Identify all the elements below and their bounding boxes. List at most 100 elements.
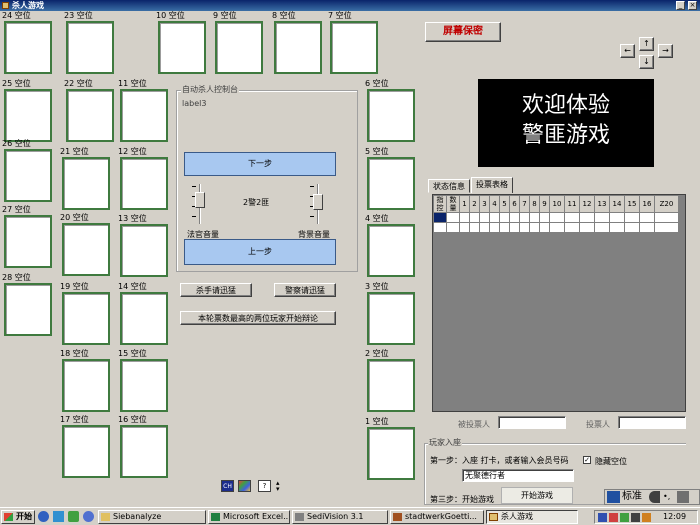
seat-12[interactable]: 12 空位 [118,147,170,211]
seat-slot[interactable] [158,21,206,74]
seat-slot[interactable] [120,292,168,345]
tab-status[interactable]: 状态信息 [428,179,470,193]
seat-slot[interactable] [367,427,415,480]
next-step-button[interactable]: 下一步 [184,152,336,176]
quicklaunch-icon[interactable] [68,511,79,522]
seat-slot[interactable] [367,157,415,210]
ime-ch-icon[interactable]: CH [221,480,234,492]
task-excel[interactable]: Microsoft Excel... [208,510,290,524]
seat-2[interactable]: 2 空位 [365,349,417,413]
seat-slot[interactable] [120,89,168,142]
seat-slot[interactable] [120,425,168,478]
task-stadtwerk[interactable]: stadtwerkGoetti... [390,510,484,524]
seat-25[interactable]: 25 空位 [2,79,54,143]
bg-volume-thumb[interactable] [313,194,323,210]
bg-volume-slider[interactable] [308,184,328,224]
judge-volume-slider[interactable] [190,184,210,224]
task-siebanalyze[interactable]: Siebanalyze [98,510,206,524]
seat-slot[interactable] [120,224,168,277]
screensaver-button[interactable]: 屏幕保密 [425,22,501,42]
seat-27[interactable]: 27 空位 [2,205,54,269]
member-input[interactable]: 无聚德行者 [462,469,574,482]
seat-10[interactable]: 10 空位 [156,11,208,75]
seat-slot[interactable] [66,89,114,142]
task-killer-game[interactable]: 杀人游戏 [486,510,578,524]
language-bar-icon[interactable] [238,480,251,492]
close-button[interactable]: × [688,1,697,10]
vote-grid[interactable]: 指控 数量 1 2 3 4 5 6 7 8 9 10 11 12 13 14 1… [432,194,686,412]
table-row[interactable] [433,212,679,223]
seat-slot[interactable] [120,157,168,210]
seat-22[interactable]: 22 空位 [64,79,116,143]
seat-slot[interactable] [367,359,415,412]
seat-6[interactable]: 6 空位 [365,79,417,143]
ie-icon[interactable] [38,511,49,522]
seat-5[interactable]: 5 空位 [365,147,417,211]
voter-field[interactable] [618,416,686,429]
seat-15[interactable]: 15 空位 [118,349,170,413]
voted-field[interactable] [498,416,566,429]
minimize-button[interactable]: _ [676,1,685,10]
tray-app-icon[interactable] [609,513,618,522]
seat-11[interactable]: 11 空位 [118,79,170,143]
task-sedivision[interactable]: SediVision 3.1 [292,510,388,524]
seat-slot[interactable] [66,21,114,74]
selected-cell[interactable] [433,212,447,223]
seat-slot[interactable] [62,157,110,210]
seat-slot[interactable] [367,89,415,142]
options-icon[interactable]: ▴ ▾ [276,480,282,493]
seat-slot[interactable] [4,283,52,336]
tab-vote-table[interactable]: 投票表格 [471,177,513,193]
seat-slot[interactable] [330,21,378,74]
arrow-right-button[interactable]: → [658,44,673,58]
seat-18[interactable]: 18 空位 [60,349,112,413]
prev-step-button[interactable]: 上一步 [184,239,336,265]
arrow-down-button[interactable]: ↓ [639,55,654,69]
police-confirm-button[interactable]: 警察请迅猛 [274,283,336,297]
seat-13[interactable]: 13 空位 [118,214,170,278]
seat-slot[interactable] [4,215,52,268]
start-game-button[interactable]: 开始游戏 [501,487,573,504]
punctuation-icon[interactable]: •, [663,491,674,503]
table-row[interactable] [433,222,679,233]
seat-3[interactable]: 3 空位 [365,282,417,346]
seat-20[interactable]: 20 空位 [60,213,112,277]
moon-icon[interactable] [649,491,660,503]
seat-slot[interactable] [274,21,322,74]
seat-23[interactable]: 23 空位 [64,11,116,75]
seat-17[interactable]: 17 空位 [60,415,112,479]
seat-14[interactable]: 14 空位 [118,282,170,346]
seat-slot[interactable] [215,21,263,74]
volume-icon[interactable] [631,513,640,522]
seat-28[interactable]: 28 空位 [2,273,54,337]
arrow-up-button[interactable]: ↑ [639,37,654,51]
seat-slot[interactable] [120,359,168,412]
network-icon[interactable] [620,513,629,522]
keyboard-icon[interactable] [677,491,689,503]
seat-slot[interactable] [62,223,110,276]
seat-slot[interactable] [4,21,52,74]
seat-24[interactable]: 24 空位 [2,11,54,75]
ime-logo-icon[interactable] [607,491,620,503]
seat-slot[interactable] [4,89,52,142]
seat-19[interactable]: 19 空位 [60,282,112,346]
seat-slot[interactable] [62,359,110,412]
seat-slot[interactable] [367,224,415,277]
killer-confirm-button[interactable]: 杀手请迅猛 [180,283,252,297]
seat-slot[interactable] [4,149,52,202]
desktop-icon[interactable] [53,511,64,522]
help-icon[interactable]: ? [258,480,271,492]
arrow-left-button[interactable]: ← [620,44,635,58]
hide-seat-checkbox[interactable]: ✓ [583,456,591,464]
seat-slot[interactable] [62,425,110,478]
start-button[interactable]: 开始 [1,510,35,524]
seat-slot[interactable] [62,292,110,345]
seat-9[interactable]: 9 空位 [213,11,265,75]
ime-mode-label[interactable]: 标准 [622,490,642,504]
debate-button[interactable]: 本轮票数最高的两位玩家开始辩论 [180,311,336,325]
media-icon[interactable] [83,511,94,522]
seat-16[interactable]: 16 空位 [118,415,170,479]
seat-7[interactable]: 7 空位 [328,11,380,75]
seat-8[interactable]: 8 空位 [272,11,324,75]
ch-tray-icon[interactable] [598,513,607,522]
